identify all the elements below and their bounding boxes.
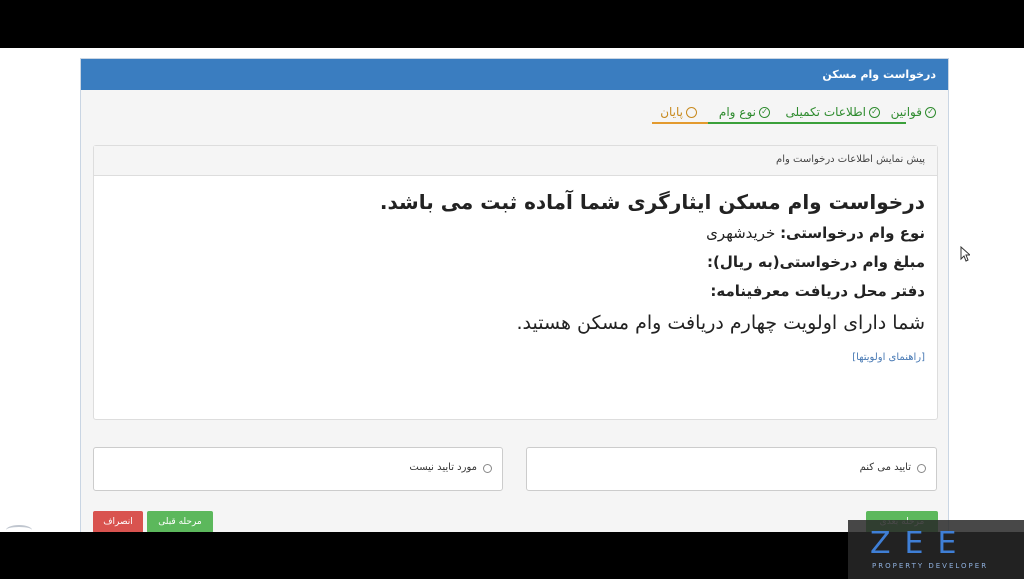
loan-type-row: نوع وام درخواستی: خریدشهری xyxy=(106,224,925,242)
confirm-label: تایید می کنم xyxy=(859,462,911,473)
previous-step-button[interactable]: مرحله قبلی xyxy=(147,511,213,532)
confirm-radio[interactable] xyxy=(917,464,926,473)
logo-brand: ZEE xyxy=(870,526,971,561)
step-label: پایان xyxy=(660,105,683,119)
check-circle-icon: ✓ xyxy=(925,106,936,118)
check-circle-icon: ✓ xyxy=(869,106,880,118)
loan-amount-label: مبلغ وام درخواستی(به ریال): xyxy=(707,253,925,271)
app-screen: درخواست وام مسکن ✓ قوانین ✓ اطلاعات تکمی… xyxy=(0,48,1024,532)
preview-body: درخواست وام مسکن ایثارگری شما آماده ثبت … xyxy=(94,176,937,363)
preview-card: پیش نمایش اطلاعات درخواست وام درخواست وا… xyxy=(93,145,938,420)
reject-option[interactable]: مورد تایید نیست xyxy=(93,447,503,491)
loan-request-panel: درخواست وام مسکن ✓ قوانین ✓ اطلاعات تکمی… xyxy=(80,58,949,532)
logo-tagline: PROPERTY DEVELOPER xyxy=(872,562,989,570)
cancel-button[interactable]: انصراف xyxy=(93,511,143,532)
step-label: نوع وام xyxy=(718,105,756,119)
watermark-logo: ZEE PROPERTY DEVELOPER xyxy=(848,520,1024,579)
priority-help-link[interactable]: [راهنمای اولویتها] xyxy=(106,352,925,363)
reject-radio[interactable] xyxy=(483,464,492,473)
preview-heading: پیش نمایش اطلاعات درخواست وام xyxy=(94,146,937,176)
step-label: اطلاعات تکمیلی xyxy=(785,105,866,119)
office-label: دفتر محل دریافت معرفینامه: xyxy=(710,282,925,300)
step-label: قوانین xyxy=(890,105,922,119)
loan-type-label: نوع وام درخواستی: xyxy=(780,224,925,242)
step-loan-type[interactable]: ✓ نوع وام xyxy=(719,100,770,124)
loan-type-value: خریدشهری xyxy=(706,224,776,242)
panel-title: درخواست وام مسکن xyxy=(81,59,948,90)
confirm-option[interactable]: تایید می کنم xyxy=(526,447,937,491)
step-rules[interactable]: ✓ قوانین xyxy=(891,100,936,124)
wizard-steps: ✓ قوانین ✓ اطلاعات تکمیلی ✓ نوع وام پایا… xyxy=(81,90,948,132)
mouse-cursor-icon xyxy=(960,246,970,262)
step-progress-done xyxy=(708,122,906,124)
corner-arc-icon xyxy=(6,525,32,535)
check-circle-icon: ✓ xyxy=(759,106,770,118)
reject-label: مورد تایید نیست xyxy=(409,462,477,473)
priority-message: شما دارای اولویت چهارم دریافت وام مسکن ه… xyxy=(516,312,925,334)
ready-message: درخواست وام مسکن ایثارگری شما آماده ثبت … xyxy=(379,190,925,214)
step-additional-info[interactable]: ✓ اطلاعات تکمیلی xyxy=(786,100,880,124)
step-progress-active xyxy=(652,122,708,124)
step-finish[interactable]: پایان xyxy=(660,100,697,124)
circle-icon xyxy=(686,106,697,118)
